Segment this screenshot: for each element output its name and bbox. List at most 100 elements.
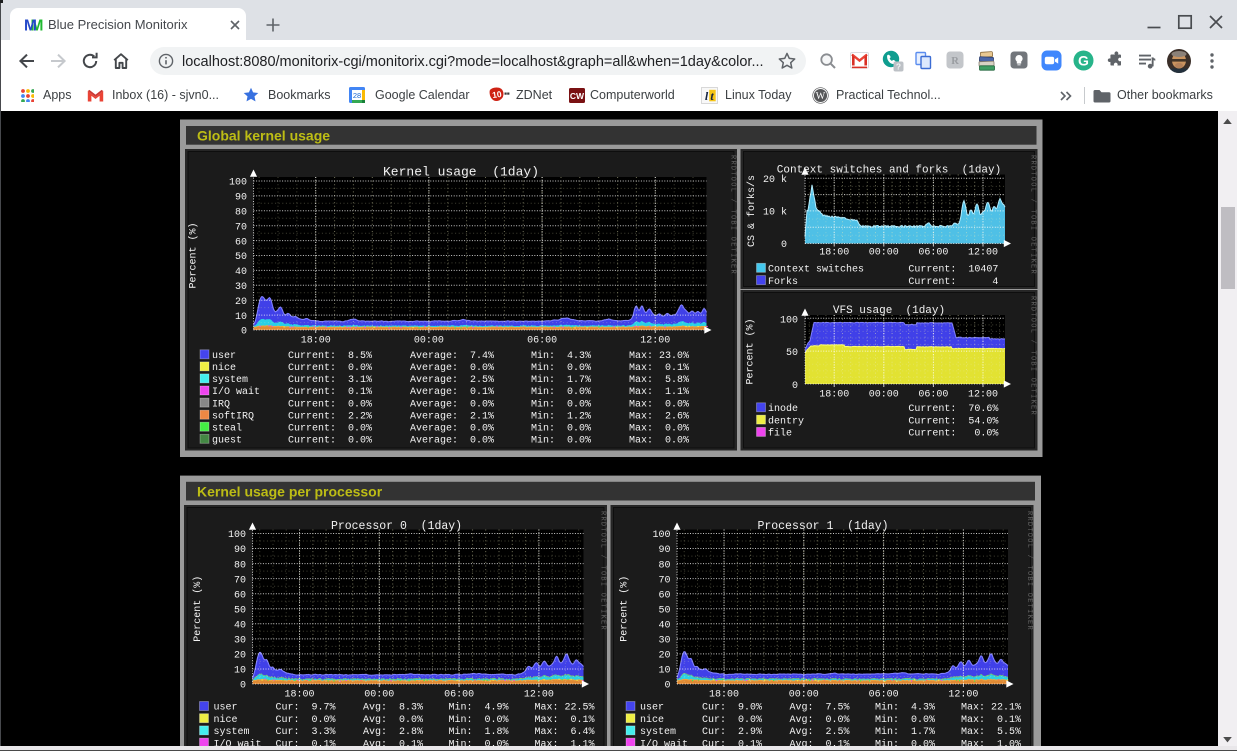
svg-text:18:00: 18:00 [819,248,849,259]
svg-text:Current: 4: Current: 4 [908,277,998,288]
svg-text:Avg: 2.8%: Avg: 2.8% [363,727,423,738]
svg-text:Processor 1 (1day): Processor 1 (1day) [757,520,888,533]
svg-text:RRDTOOL / TOBI OETIKER: RRDTOOL / TOBI OETIKER [599,511,607,631]
svg-text:file: file [768,428,792,440]
svg-text:M: M [25,18,37,34]
svg-text:Kernel usage per processor: Kernel usage per processor [197,483,383,499]
svg-text:0: 0 [664,681,670,692]
svg-text:80: 80 [658,560,670,571]
svg-text:user: user [214,703,238,714]
svg-text:Forks: Forks [768,276,798,288]
svg-text:Global kernel usage: Global kernel usage [197,128,330,144]
svg-text:RRDTOOL / TOBI OETIKER: RRDTOOL / TOBI OETIKER [1025,511,1033,631]
svg-text:RRDTOOL / TOBI OETIKER: RRDTOOL / TOBI OETIKER [729,155,737,275]
svg-text:06:00: 06:00 [444,689,474,700]
svg-text:06:00: 06:00 [918,390,948,401]
svg-text:Max: 1.1%: Max: 1.1% [629,387,689,398]
svg-text:softIRQ: softIRQ [212,410,254,422]
svg-text:Current: 0.0%: Current: 0.0% [288,436,372,447]
svg-text:0: 0 [781,240,787,251]
svg-text:Cur: 2.9%: Cur: 2.9% [702,727,762,738]
svg-text:system: system [640,727,676,738]
svg-text:10: 10 [234,666,246,677]
svg-text:Max: 0.1%: Max: 0.1% [629,363,689,374]
svg-text:80: 80 [235,208,247,219]
svg-text:Min: 0.0%: Min: 0.0% [531,362,591,374]
svg-text:Cur: 9.7%: Cur: 9.7% [276,703,336,714]
svg-text:90: 90 [658,545,670,556]
svg-text:Average: 2.1%: Average: 2.1% [410,411,494,422]
svg-text:10: 10 [235,312,247,323]
svg-text:Cur: 0.0%: Cur: 0.0% [276,715,336,726]
svg-text:28: 28 [353,91,361,100]
svg-text:20 k: 20 k [763,174,787,186]
svg-text:RRDTOOL / TOBI OETIKER: RRDTOOL / TOBI OETIKER [1029,296,1037,416]
svg-text:12:00: 12:00 [948,689,978,700]
svg-text:00:00: 00:00 [414,336,444,347]
svg-text:70: 70 [234,575,246,586]
svg-text:40: 40 [234,621,246,632]
svg-text:W: W [816,91,826,102]
svg-text:RRDTOOL / TOBI OETIKER: RRDTOOL / TOBI OETIKER [1029,155,1037,275]
svg-text:Max: 0.1%: Max: 0.1% [961,715,1021,726]
svg-text:50: 50 [235,252,247,263]
svg-text:60: 60 [235,237,247,248]
svg-text:60: 60 [234,590,246,601]
svg-text:18:00: 18:00 [301,336,331,347]
svg-text:Percent (%): Percent (%) [745,318,757,384]
svg-text:Current: 0.0%: Current: 0.0% [288,363,372,374]
svg-text:nice: nice [214,714,238,726]
svg-text:Max: 23.0%: Max: 23.0% [629,351,689,362]
svg-text:50: 50 [658,606,670,617]
svg-text:?: ? [896,62,901,72]
svg-text:steal: steal [212,422,242,434]
svg-text:Cur: 0.0%: Cur: 0.0% [702,715,762,726]
svg-text:Min: 1.8%: Min: 1.8% [449,726,509,738]
svg-text:Min: 0.0%: Min: 0.0% [531,398,591,410]
svg-text:Max: 22.5%: Max: 22.5% [535,703,595,714]
svg-text:CW: CW [570,91,585,101]
svg-text:0: 0 [792,381,798,392]
svg-text:R: R [951,56,959,67]
svg-text:Current: 70.6%: Current: 70.6% [908,404,998,415]
svg-text:Average: 0.0%: Average: 0.0% [410,399,494,410]
svg-text:10: 10 [658,666,670,677]
svg-text:Avg: 0.0%: Avg: 0.0% [790,715,850,726]
svg-text:50: 50 [234,606,246,617]
svg-text:40: 40 [658,621,670,632]
svg-text:06:00: 06:00 [918,248,948,259]
svg-text:10 k: 10 k [763,207,787,219]
svg-text:100: 100 [652,530,670,541]
svg-text:Current: 8.5%: Current: 8.5% [288,351,372,362]
svg-text:12:00: 12:00 [968,248,998,259]
svg-text:18:00: 18:00 [284,689,314,700]
svg-text:06:00: 06:00 [869,689,899,700]
svg-text:Max: 0.0%: Max: 0.0% [629,436,689,447]
svg-text:Percent (%): Percent (%) [192,576,204,642]
svg-text:40: 40 [235,267,247,278]
svg-text:18:00: 18:00 [819,390,849,401]
svg-text:Cur: 9.0%: Cur: 9.0% [702,703,762,714]
svg-text:Min: 4.9%: Min: 4.9% [449,702,509,714]
svg-text:system: system [212,375,248,386]
svg-text:Average: 0.0%: Average: 0.0% [410,423,494,434]
svg-text:Min: 0.0%: Min: 0.0% [449,714,509,726]
svg-text:dentry: dentry [768,415,804,427]
svg-text:12:00: 12:00 [640,336,670,347]
svg-text:Min: 4.3%: Min: 4.3% [531,350,591,362]
svg-text:Min: 0.0%: Min: 0.0% [531,422,591,434]
svg-text:Min: 4.3%: Min: 4.3% [875,702,935,714]
svg-text:Average: 0.0%: Average: 0.0% [410,363,494,374]
svg-text:70: 70 [235,222,247,233]
svg-text:Average: 7.4%: Average: 7.4% [410,351,494,362]
svg-text:30: 30 [234,636,246,647]
svg-text:Percent (%): Percent (%) [619,576,631,642]
svg-text:G: G [1078,53,1089,69]
svg-text:Min: 1.2%: Min: 1.2% [531,410,591,422]
svg-text:100: 100 [780,315,798,326]
svg-text:20: 20 [658,651,670,662]
svg-text:I/O wait: I/O wait [212,386,260,398]
svg-text:00:00: 00:00 [869,390,899,401]
svg-text:Current: 0.1%: Current: 0.1% [288,387,372,398]
svg-text:Avg: 7.5%: Avg: 7.5% [790,703,850,714]
